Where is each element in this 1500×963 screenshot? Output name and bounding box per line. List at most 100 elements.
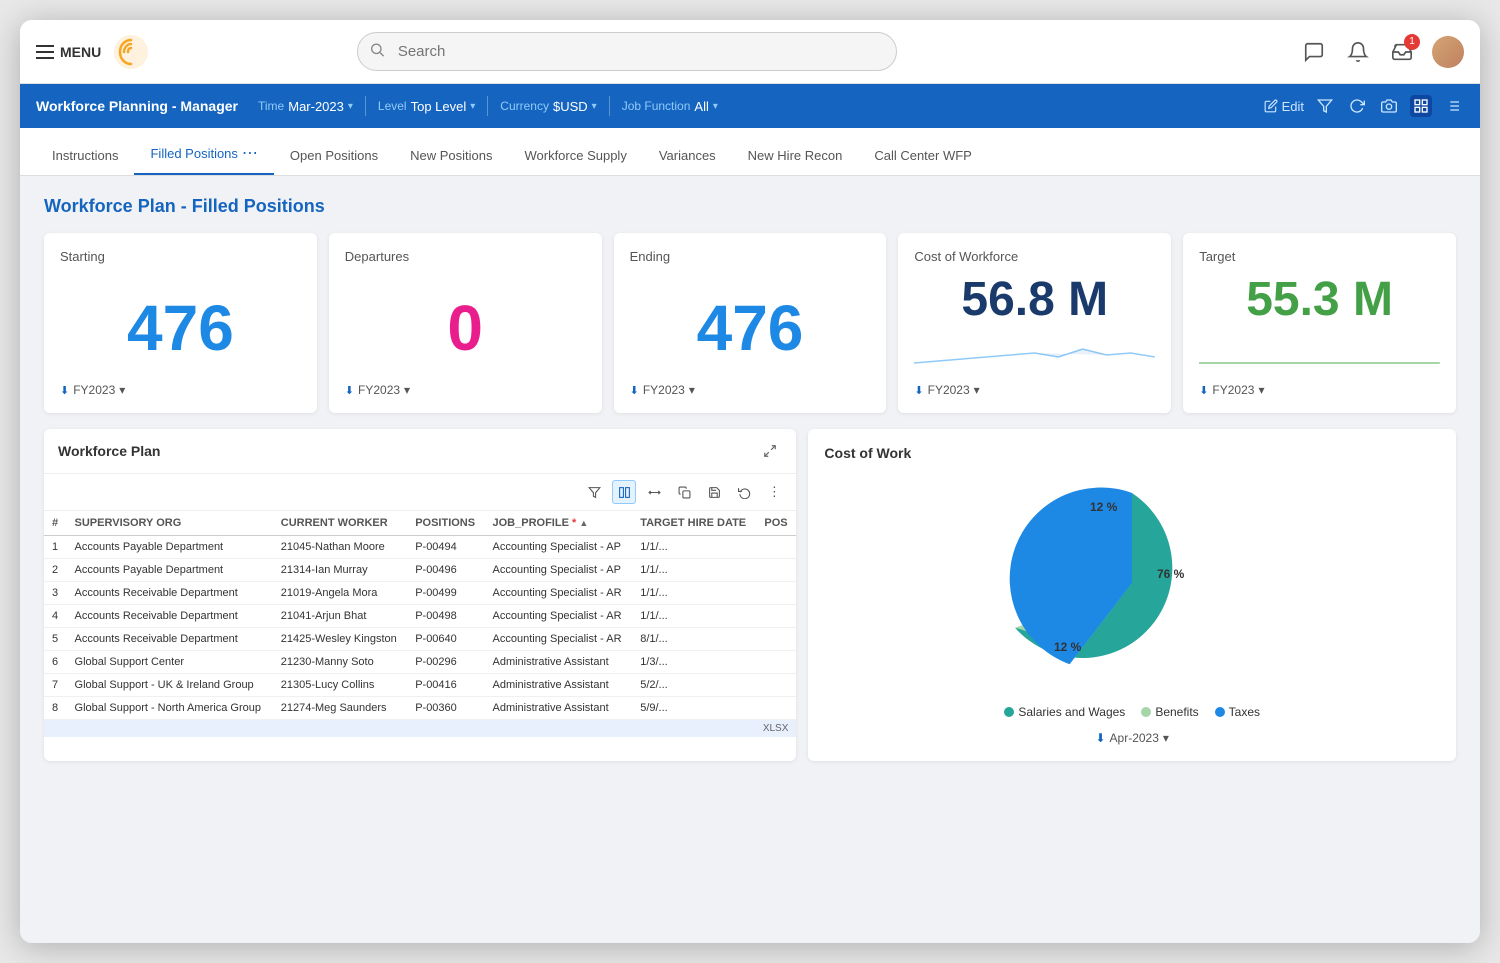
workday-logo[interactable] <box>113 34 149 70</box>
cell-6-4[interactable]: Administrative Assistant <box>485 674 633 697</box>
cell-2-5: 1/1/... <box>632 582 756 605</box>
target-fy-icon: ⬇ <box>1199 384 1208 397</box>
cell-7-6 <box>756 697 796 720</box>
target-fy: FY2023 <box>1212 383 1254 397</box>
camera-icon[interactable] <box>1378 95 1400 117</box>
cell-4-3: P-00640 <box>407 628 484 651</box>
cell-4-1: Accounts Receivable Department <box>67 628 273 651</box>
list-icon[interactable] <box>1442 95 1464 117</box>
kpi-starting: Starting 476 ⬇ FY2023 ▾ <box>44 233 317 413</box>
save-icon[interactable] <box>702 480 726 504</box>
ending-footer[interactable]: ⬇ FY2023 ▾ <box>630 383 871 397</box>
hamburger-icon <box>36 45 54 59</box>
cell-2-0: 3 <box>44 582 67 605</box>
search-bar <box>357 32 897 71</box>
departures-fy: FY2023 <box>358 383 400 397</box>
tab-new-hire-recon[interactable]: New Hire Recon <box>732 138 859 175</box>
cell-6-2: 21305-Lucy Collins <box>273 674 407 697</box>
cell-3-4[interactable]: Accounting Specialist - AR <box>485 605 633 628</box>
sep2 <box>487 96 488 116</box>
kpi-departures: Departures 0 ⬇ FY2023 ▾ <box>329 233 602 413</box>
kpi-cost-of-workforce: Cost of Workforce 56.8 M ⬇ FY2023 ▾ <box>898 233 1171 413</box>
edit-button[interactable]: Edit <box>1264 99 1304 114</box>
departures-footer[interactable]: ⬇ FY2023 ▾ <box>345 383 586 397</box>
chart-fy-chevron: ▾ <box>1163 731 1169 745</box>
col-job-profile[interactable]: JOB_PROFILE * ▲ <box>485 511 633 536</box>
chart-footer[interactable]: ⬇ Apr-2023 ▾ <box>1095 731 1168 745</box>
jobfunction-filter[interactable]: Job Function All ▾ <box>622 99 718 114</box>
tab-new-positions[interactable]: New Positions <box>394 138 508 175</box>
workforce-plan-header: Workforce Plan <box>44 429 796 474</box>
pct-taxes: 12 % <box>1090 500 1118 514</box>
columns-icon[interactable] <box>612 480 636 504</box>
cost-sparkline <box>914 335 1155 375</box>
search-input[interactable] <box>357 32 897 71</box>
inbox-icon[interactable]: 1 <box>1388 38 1416 66</box>
cost-label: Cost of Workforce <box>914 249 1155 264</box>
tabs-bar: Instructions Filled Positions ⋯ Open Pos… <box>20 128 1480 176</box>
cell-2-4[interactable]: Accounting Specialist - AR <box>485 582 633 605</box>
cell-1-2: 21314-Ian Murray <box>273 559 407 582</box>
chat-icon[interactable] <box>1300 38 1328 66</box>
filter-icon[interactable] <box>1314 95 1336 117</box>
cell-6-3: P-00416 <box>407 674 484 697</box>
cell-0-0: 1 <box>44 536 67 559</box>
expand-icon[interactable] <box>758 439 782 463</box>
target-chevron: ▾ <box>1258 383 1264 397</box>
ending-fy: FY2023 <box>643 383 685 397</box>
tab-variances[interactable]: Variances <box>643 138 732 175</box>
col-num: # <box>44 511 67 536</box>
table-row: 1Accounts Payable Department21045-Nathan… <box>44 536 796 559</box>
expand-rows-icon[interactable] <box>642 480 666 504</box>
starting-footer[interactable]: ⬇ FY2023 ▾ <box>60 383 301 397</box>
legend-taxes-dot <box>1215 707 1225 717</box>
user-avatar[interactable] <box>1432 36 1464 68</box>
kpi-ending: Ending 476 ⬇ FY2023 ▾ <box>614 233 887 413</box>
currency-chevron: ▾ <box>592 101 597 112</box>
cell-1-4[interactable]: Accounting Specialist - AP <box>485 559 633 582</box>
menu-button[interactable]: MENU <box>36 44 101 60</box>
table-row: 4Accounts Receivable Department21041-Arj… <box>44 605 796 628</box>
departures-fy-icon: ⬇ <box>345 384 354 397</box>
grid-icon[interactable] <box>1410 95 1432 117</box>
starting-fy: FY2023 <box>73 383 115 397</box>
more-icon[interactable]: ⋮ <box>762 480 786 504</box>
cell-7-0: 8 <box>44 697 67 720</box>
ending-chevron: ▾ <box>689 383 695 397</box>
tab-options-icon[interactable]: ⋯ <box>242 143 258 163</box>
cell-5-4[interactable]: Administrative Assistant <box>485 651 633 674</box>
undo-icon[interactable] <box>732 480 756 504</box>
filter-rows-icon[interactable] <box>582 480 606 504</box>
cell-5-2: 21230-Manny Soto <box>273 651 407 674</box>
tab-filled-positions[interactable]: Filled Positions ⋯ <box>134 133 273 175</box>
chart-fy-icon: ⬇ <box>1095 731 1105 745</box>
cost-fy: FY2023 <box>928 383 970 397</box>
target-footer[interactable]: ⬇ FY2023 ▾ <box>1199 383 1440 397</box>
cost-footer[interactable]: ⬇ FY2023 ▾ <box>914 383 1155 397</box>
pie-chart: 76 % 12 % 12 % <box>1002 473 1262 693</box>
level-filter[interactable]: Level Top Level ▾ <box>378 99 475 114</box>
tab-workforce-supply[interactable]: Workforce Supply <box>508 138 642 175</box>
cell-6-6 <box>756 674 796 697</box>
tab-instructions[interactable]: Instructions <box>36 138 134 175</box>
tab-call-center-wfp[interactable]: Call Center WFP <box>858 138 988 175</box>
table-row: 8Global Support - North America Group212… <box>44 697 796 720</box>
cell-7-4[interactable]: Administrative Assistant <box>485 697 633 720</box>
notification-icon[interactable] <box>1344 38 1372 66</box>
cell-4-4[interactable]: Accounting Specialist - AR <box>485 628 633 651</box>
table-footer: XLSX <box>44 720 796 737</box>
cell-3-5: 1/1/... <box>632 605 756 628</box>
legend-salaries-label: Salaries and Wages <box>1018 705 1125 719</box>
time-filter[interactable]: Time Mar-2023 ▾ <box>258 99 353 114</box>
cell-7-3: P-00360 <box>407 697 484 720</box>
level-chevron: ▾ <box>470 101 475 112</box>
tab-open-positions[interactable]: Open Positions <box>274 138 394 175</box>
copy-icon[interactable] <box>672 480 696 504</box>
cell-3-1: Accounts Receivable Department <box>67 605 273 628</box>
chart-fy: Apr-2023 <box>1110 731 1159 745</box>
sep1 <box>365 96 366 116</box>
legend-taxes: Taxes <box>1215 705 1260 719</box>
currency-filter[interactable]: Currency $USD ▾ <box>500 99 596 114</box>
cell-0-4[interactable]: Accounting Specialist - AP <box>485 536 633 559</box>
refresh-icon[interactable] <box>1346 95 1368 117</box>
